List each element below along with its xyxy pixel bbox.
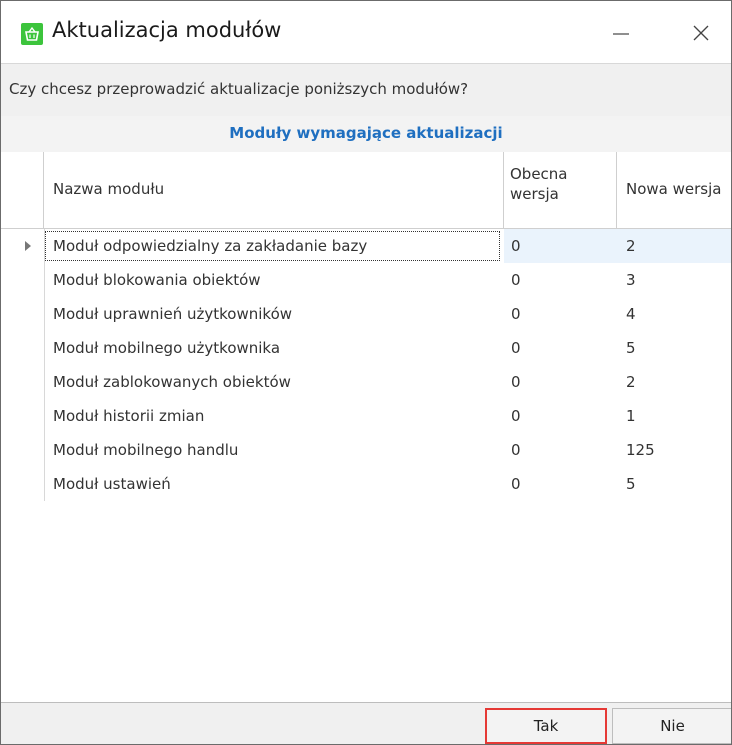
cell-new-version[interactable]: 4 [626, 305, 636, 323]
cell-current-version[interactable]: 0 [511, 441, 521, 459]
minimize-icon [613, 33, 629, 35]
table-row[interactable]: Moduł mobilnego użytkownika 0 5 [1, 331, 731, 365]
prompt-bar: Czy chcesz przeprowadzić aktualizacje po… [1, 63, 731, 117]
table-row[interactable]: Moduł ustawień 0 5 [1, 467, 731, 501]
cell-module-name[interactable]: Moduł uprawnień użytkowników [53, 305, 292, 323]
selection-highlight [504, 229, 731, 263]
cell-current-version[interactable]: 0 [511, 237, 521, 255]
cell-new-version[interactable]: 5 [626, 339, 636, 357]
cell-current-version[interactable]: 0 [511, 339, 521, 357]
table-row[interactable]: Moduł blokowania obiektów 0 3 [1, 263, 731, 297]
modules-grid[interactable]: Moduły wymagające aktualizacji Nazwa mod… [1, 116, 731, 703]
window-title: Aktualizacja modułów [52, 18, 282, 42]
cell-new-version[interactable]: 2 [626, 237, 636, 255]
cell-current-version[interactable]: 0 [511, 271, 521, 289]
cell-current-version[interactable]: 0 [511, 475, 521, 493]
cell-module-name[interactable]: Moduł mobilnego handlu [53, 441, 238, 459]
current-row-arrow-icon [25, 241, 31, 251]
cell-new-version[interactable]: 1 [626, 407, 636, 425]
cell-new-version[interactable]: 3 [626, 271, 636, 289]
cell-module-name[interactable]: Moduł ustawień [53, 475, 171, 493]
cell-module-name[interactable]: Moduł zablokowanych obiektów [53, 373, 291, 391]
cell-current-version[interactable]: 0 [511, 305, 521, 323]
minimize-button[interactable] [591, 11, 651, 55]
button-bar: Tak Nie [1, 703, 731, 744]
cell-module-name[interactable]: Moduł mobilnego użytkownika [53, 339, 280, 357]
table-row[interactable]: Moduł uprawnień użytkowników 0 4 [1, 297, 731, 331]
title-bar[interactable]: Aktualizacja modułów [1, 1, 731, 63]
yes-button[interactable]: Tak [485, 708, 607, 744]
close-button[interactable] [671, 11, 731, 55]
no-button[interactable]: Nie [612, 708, 731, 744]
cell-module-name[interactable]: Moduł blokowania obiektów [53, 271, 261, 289]
group-title: Moduły wymagające aktualizacji [1, 116, 731, 153]
cell-module-name[interactable]: Moduł odpowiedzialny za zakładanie bazy [53, 237, 367, 255]
dialog-window: Aktualizacja modułów Czy chcesz przeprow… [0, 0, 732, 745]
close-icon [693, 25, 709, 41]
cell-module-name[interactable]: Moduł historii zmian [53, 407, 204, 425]
cell-new-version[interactable]: 5 [626, 475, 636, 493]
column-header-new-label: Nowa wersja [626, 180, 722, 198]
table-row[interactable]: Moduł mobilnego handlu 0 125 [1, 433, 731, 467]
row-indicator-header [1, 152, 44, 229]
cell-new-version[interactable]: 125 [626, 441, 655, 459]
basket-icon [21, 23, 43, 45]
cell-new-version[interactable]: 2 [626, 373, 636, 391]
column-header-current-label: Obecna wersja [510, 165, 568, 203]
column-header-name-label: Nazwa modułu [53, 180, 165, 198]
column-header-name[interactable]: Nazwa modułu [44, 152, 504, 229]
prompt-text: Czy chcesz przeprowadzić aktualizacje po… [9, 80, 469, 98]
cell-current-version[interactable]: 0 [511, 373, 521, 391]
table-row[interactable]: Moduł zablokowanych obiektów 0 2 [1, 365, 731, 399]
table-row[interactable]: Moduł historii zmian 0 1 [1, 399, 731, 433]
cell-current-version[interactable]: 0 [511, 407, 521, 425]
column-header-new[interactable]: Nowa wersja [617, 152, 731, 229]
table-row[interactable]: Moduł odpowiedzialny za zakładanie bazy … [1, 229, 731, 263]
column-header-current[interactable]: Obecna wersja [504, 152, 617, 229]
